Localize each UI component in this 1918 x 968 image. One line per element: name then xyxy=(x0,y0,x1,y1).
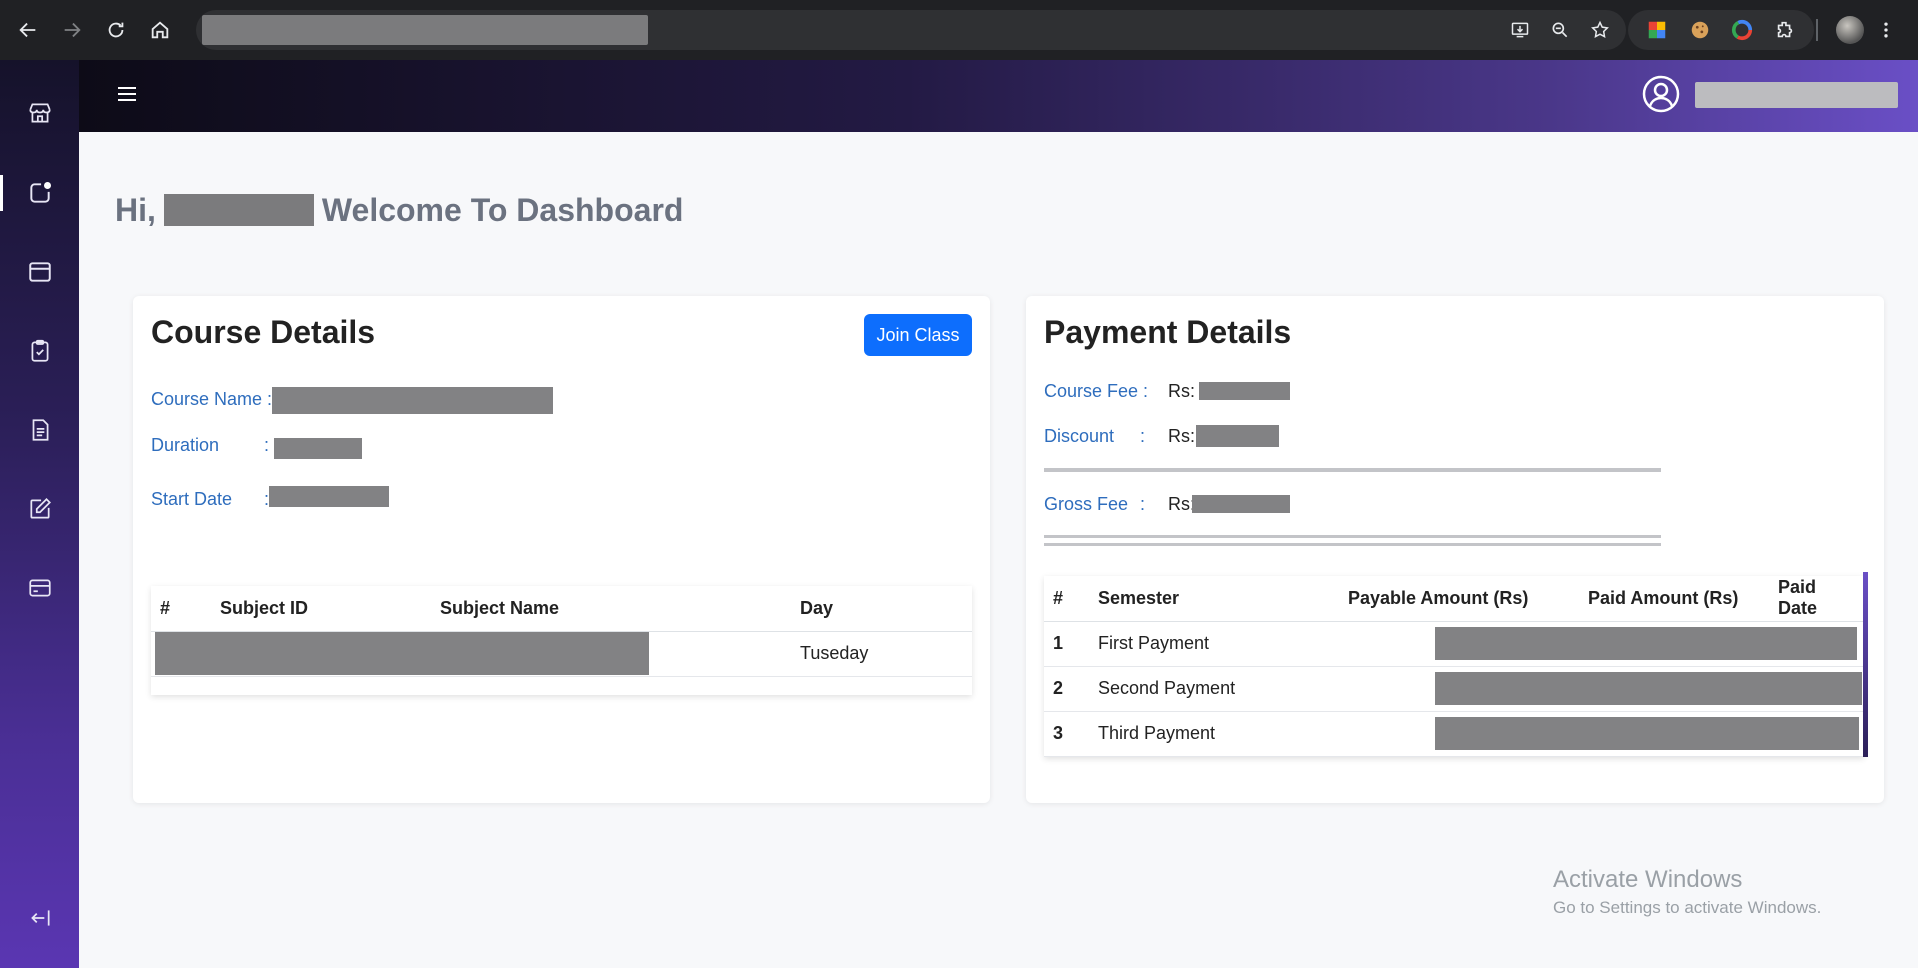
color-wheel-extension-icon[interactable] xyxy=(1730,18,1754,42)
discount-label: Discount xyxy=(1044,426,1115,446)
extensions-icon[interactable] xyxy=(1773,18,1797,42)
sidebar-item-documents[interactable] xyxy=(0,402,79,458)
course-fee-value-redacted xyxy=(1199,382,1290,400)
payments-col-num: # xyxy=(1044,576,1089,622)
divider xyxy=(1044,543,1661,546)
document-icon xyxy=(32,419,48,441)
payment-row-num: 1 xyxy=(1044,621,1089,667)
payment-details-card: Payment Details Course Fee : Rs: Discoun… xyxy=(1026,296,1884,803)
subjects-col-num: # xyxy=(151,586,211,632)
hamburger-menu-icon[interactable] xyxy=(115,82,139,106)
install-icon[interactable] xyxy=(1504,14,1536,46)
divider xyxy=(1044,468,1661,472)
sidebar-item-edit[interactable] xyxy=(0,481,79,537)
sidebar-item-calendar[interactable] xyxy=(0,244,79,300)
table-row: 2 Second Payment xyxy=(1044,666,1864,712)
course-fee-label: Course Fee : xyxy=(1044,381,1149,401)
page-title: Hi, Welcome To Dashboard xyxy=(115,188,683,232)
calendar-icon xyxy=(28,262,51,282)
subjects-col-name: Subject Name xyxy=(431,586,791,632)
address-bar[interactable] xyxy=(196,10,1626,50)
logout-icon xyxy=(30,910,50,926)
sidebar-item-tasks[interactable] xyxy=(0,323,79,379)
browser-toolbar xyxy=(0,0,1918,60)
course-name-value-redacted xyxy=(272,387,553,414)
bookmark-star-icon[interactable] xyxy=(1584,14,1616,46)
course-details-card: Course Details Join Class Course Name : … xyxy=(133,296,990,803)
sidebar-item-notifications[interactable] xyxy=(0,165,79,221)
forward-icon[interactable] xyxy=(50,8,94,52)
payment-row-semester: Third Payment xyxy=(1089,711,1339,757)
colorful-extension-icon[interactable] xyxy=(1645,18,1669,42)
watermark-line2: Go to Settings to activate Windows. xyxy=(1553,898,1822,917)
sidebar xyxy=(0,60,79,968)
payments-col-payable: Payable Amount (Rs) xyxy=(1339,576,1579,622)
user-name-redacted-block xyxy=(163,194,314,226)
payment-row-redacted xyxy=(1435,717,1859,750)
user-name-redacted xyxy=(1695,82,1898,108)
payment-row-semester: First Payment xyxy=(1089,621,1339,667)
payments-table: # Semester Payable Amount (Rs) Paid Amou… xyxy=(1044,572,1868,757)
watermark-line1: Activate Windows xyxy=(1553,866,1743,893)
sidebar-item-logout[interactable] xyxy=(0,890,79,946)
user-avatar-icon[interactable] xyxy=(1641,74,1681,114)
subjects-table: # Subject ID Subject Name Day Tuseday xyxy=(151,586,972,695)
welcome-prefix: Hi, xyxy=(115,191,156,228)
profile-avatar[interactable] xyxy=(1836,16,1864,44)
table-scrollbar[interactable] xyxy=(1863,572,1868,757)
payment-row-redacted xyxy=(1435,627,1857,660)
payment-details-title: Payment Details xyxy=(1044,314,1292,350)
payments-col-date: Paid Date xyxy=(1769,576,1864,622)
discount-currency: Rs: xyxy=(1168,426,1195,446)
join-class-button[interactable]: Join Class xyxy=(864,314,972,356)
subject-row-redacted xyxy=(155,632,649,675)
url-text-redacted xyxy=(202,15,648,45)
payment-row-num: 2 xyxy=(1044,666,1089,712)
payment-row-redacted xyxy=(1435,672,1862,705)
start-date-label: Start Date xyxy=(151,489,233,509)
payment-card-icon xyxy=(28,579,51,597)
start-date-value-redacted xyxy=(269,486,389,507)
course-fee-currency: Rs: xyxy=(1168,381,1195,401)
discount-value-redacted xyxy=(1196,425,1279,447)
home-icon[interactable] xyxy=(138,8,182,52)
gross-fee-colon: : xyxy=(1140,494,1146,514)
divider xyxy=(1044,535,1661,538)
subject-day: Tuseday xyxy=(791,631,972,677)
zoom-icon[interactable] xyxy=(1544,14,1576,46)
discount-colon: : xyxy=(1140,426,1146,446)
duration-colon: : xyxy=(264,435,270,455)
cookie-extension-icon[interactable] xyxy=(1688,18,1712,42)
reload-icon[interactable] xyxy=(94,8,138,52)
course-name-label: Course Name : xyxy=(151,389,273,409)
sidebar-item-payments[interactable] xyxy=(0,560,79,616)
back-icon[interactable] xyxy=(6,8,50,52)
gross-fee-currency: Rs: xyxy=(1168,494,1195,514)
sidebar-item-store[interactable] xyxy=(0,85,79,141)
gross-fee-value-redacted xyxy=(1192,495,1290,513)
top-header xyxy=(79,60,1918,132)
payments-col-paid: Paid Amount (Rs) xyxy=(1579,576,1769,622)
table-row: 1 First Payment xyxy=(1044,621,1864,667)
subjects-col-id: Subject ID xyxy=(211,586,431,632)
extensions-bar xyxy=(1628,10,1814,50)
welcome-suffix: Welcome To Dashboard xyxy=(321,191,684,228)
duration-value-redacted xyxy=(274,438,362,459)
clipboard-check-icon xyxy=(31,339,48,362)
table-row: Tuseday xyxy=(151,631,972,677)
gross-fee-label: Gross Fee xyxy=(1044,494,1129,514)
edit-icon xyxy=(29,498,51,519)
duration-label: Duration xyxy=(151,435,220,455)
payment-row-num: 3 xyxy=(1044,711,1089,757)
menu-icon[interactable] xyxy=(1874,18,1898,42)
course-details-title: Course Details xyxy=(151,314,376,350)
toolbar-separator xyxy=(1816,19,1818,41)
payment-row-semester: Second Payment xyxy=(1089,666,1339,712)
windows-activation-watermark: Activate Windows Go to Settings to activ… xyxy=(1553,866,1821,918)
payments-col-semester: Semester xyxy=(1089,576,1339,622)
table-row: 3 Third Payment xyxy=(1044,711,1864,757)
store-icon xyxy=(28,103,51,123)
subjects-col-day: Day xyxy=(791,586,972,632)
